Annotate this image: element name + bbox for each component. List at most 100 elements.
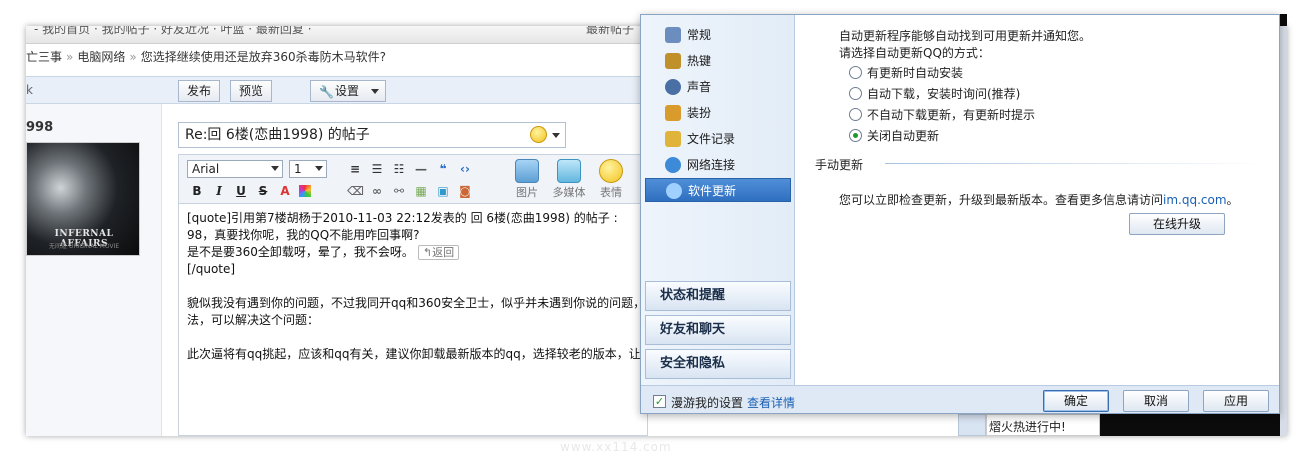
choose-update-mode-label: 请选择自动更新QQ的方式： <box>839 46 990 60</box>
nav-item-file-records[interactable]: 文件记录 <box>645 127 791 151</box>
post-content-textarea[interactable]: [quote]引用第7楼胡杨于2010-11-03 22:12发表的 回 6楼(… <box>178 204 648 436</box>
back-button-label: 返回 <box>432 246 455 259</box>
hotkey-icon <box>665 53 681 69</box>
window-scrollbar[interactable] <box>1280 26 1287 436</box>
chevron-down-icon <box>315 166 323 171</box>
publish-button[interactable]: 发布 <box>178 80 221 102</box>
image-tool[interactable]: 图片 <box>509 159 545 200</box>
manual-update-description: 您可以立即检查更新，升级到最新版本。查看更多信息请访问im.qq.com。 <box>839 191 1239 208</box>
settings-content: 自动更新程序能够自动找到可用更新并通知您。 请选择自动更新QQ的方式： 有更新时… <box>795 15 1279 385</box>
radio-notify-only[interactable]: 不自动下载更新，有更新时提示 <box>849 107 1035 123</box>
font-size-value: 1 <box>294 162 302 176</box>
poster-username[interactable]: 998 <box>26 120 53 135</box>
ok-button[interactable]: 确定 <box>1043 390 1109 412</box>
chevron-down-icon <box>552 133 560 138</box>
preview-button[interactable]: 预览 <box>230 80 273 102</box>
image-icon <box>515 159 539 183</box>
emoji-tool[interactable]: 表情 <box>593 159 629 200</box>
emotion-tool-icon[interactable]: ◙ <box>457 183 473 199</box>
subject-input[interactable]: Re:回 6楼(恋曲1998) 的帖子 <box>178 122 566 148</box>
quote-icon[interactable]: ❝ <box>435 161 451 177</box>
topbar-right-link[interactable]: 最新帖子 <box>586 26 634 37</box>
section-divider <box>885 163 1265 164</box>
eraser-icon[interactable]: ⌫ <box>347 183 364 199</box>
media-tool[interactable]: 多媒体 <box>551 159 587 200</box>
nav-item-software-update[interactable]: 软件更新 <box>645 178 791 202</box>
avatar[interactable]: INFERNAL AFFAIRS 无间道 ORIGINAL MOVIE <box>26 142 140 256</box>
roam-settings-label[interactable]: 漫游我的设置 <box>671 394 743 411</box>
apply-button[interactable]: 应用 <box>1203 390 1269 412</box>
radio-indicator <box>849 108 862 121</box>
content-line <box>187 329 639 346</box>
media-tool-label: 多媒体 <box>552 186 586 199</box>
font-size-select[interactable]: 1 <box>289 160 327 178</box>
smiley-icon <box>530 126 547 143</box>
roam-settings-checkbox[interactable]: ✓ <box>653 395 666 408</box>
cancel-button[interactable]: 取消 <box>1123 390 1189 412</box>
settings-sidebar: 常规 热键 声音 装扮 文件记录 网络连接 软件更新 状态和提醒 好友和聊天 安… <box>641 15 795 385</box>
ordered-list-icon[interactable]: ☰ <box>369 161 385 177</box>
section-friends-and-chat[interactable]: 好友和聊天 <box>645 315 791 345</box>
unlink-icon[interactable]: ⚯ <box>391 183 407 199</box>
radio-disable-auto-update[interactable]: 关闭自动更新 <box>849 128 939 144</box>
status-text: 熠火热进行中! <box>986 414 1100 436</box>
breadcrumb-item-2: 您选择继续使用还是放弃360杀毒防木马软件? <box>140 50 386 64</box>
radio-label: 关闭自动更新 <box>867 129 940 143</box>
settings-button[interactable]: 🔧 设置 <box>310 80 386 102</box>
back-button[interactable]: ↰返回 <box>417 245 460 260</box>
topbar-links[interactable]: - 我的首页 · 我的帖子 · 好友近况 · 叶蓝 · 最新回复 · <box>34 26 312 37</box>
nav-item-network[interactable]: 网络连接 <box>645 153 791 177</box>
radio-download-ask[interactable]: 自动下载，安装时询问(推荐) <box>849 86 1020 102</box>
radio-indicator <box>849 66 862 79</box>
general-icon <box>665 27 681 43</box>
code-icon[interactable]: ‹› <box>457 161 473 177</box>
background-color-icon[interactable] <box>299 185 311 197</box>
nav-item-label: 装扮 <box>687 106 712 120</box>
image-tool-label: 图片 <box>516 186 538 199</box>
subject-emoticon-select[interactable] <box>530 126 560 144</box>
dress-icon <box>665 105 681 121</box>
im-qq-link[interactable]: im.qq.com <box>1163 193 1227 207</box>
breadcrumb: 亡三事» 电脑网络» 您选择继续使用还是放弃360杀毒防木马软件? <box>26 50 386 64</box>
attachment-icon[interactable]: ▣ <box>435 183 451 199</box>
italic-button[interactable]: I <box>211 183 227 199</box>
reply-editor: Re:回 6楼(恋曲1998) 的帖子 Arial 1 B I U S A ≡ … <box>178 118 648 436</box>
section-security-and-privacy[interactable]: 安全和隐私 <box>645 349 791 379</box>
content-line: 此次逼将有qq挑起，应该和qq有关，建议你卸载最新版本的qq，选择较老的版本，让… <box>187 347 648 361</box>
online-upgrade-button[interactable]: 在线升级 <box>1129 213 1225 235</box>
font-family-select[interactable]: Arial <box>187 160 283 178</box>
nav-item-general[interactable]: 常规 <box>645 23 791 47</box>
nav-item-sound[interactable]: 声音 <box>645 75 791 99</box>
wrench-icon: 🔧 <box>319 85 334 99</box>
emoji-tool-label: 表情 <box>600 186 622 199</box>
section-status-and-reminders[interactable]: 状态和提醒 <box>645 281 791 311</box>
strikethrough-button[interactable]: S <box>255 183 271 199</box>
nav-item-hotkey[interactable]: 热键 <box>645 49 791 73</box>
table-icon[interactable]: ▦ <box>413 183 429 199</box>
sound-icon <box>665 79 681 95</box>
breadcrumb-item-1[interactable]: 电脑网络 <box>77 50 125 64</box>
underline-button[interactable]: U <box>233 183 249 199</box>
link-icon[interactable]: ∞ <box>369 183 385 199</box>
manual-desc-text: 您可以立即检查更新，升级到最新版本。查看更多信息请访问 <box>839 193 1164 207</box>
radio-auto-install[interactable]: 有更新时自动安装 <box>849 65 963 81</box>
avatar-subcaption: 无间道 ORIGINAL MOVIE <box>48 243 120 250</box>
content-line: 是不是要360全卸载呀，晕了，我不会呀。 <box>187 245 414 259</box>
content-line-with-back: 是不是要360全卸载呀，晕了，我不会呀。 ↰返回 <box>187 244 639 261</box>
unordered-list-icon[interactable]: ☷ <box>391 161 407 177</box>
breadcrumb-item-0[interactable]: 亡三事 <box>26 50 62 64</box>
roam-details-link[interactable]: 查看详情 <box>747 394 795 411</box>
font-color-icon[interactable]: A <box>277 183 293 199</box>
manual-update-heading: 手动更新 <box>815 158 864 172</box>
media-icon <box>557 159 581 183</box>
auto-update-description: 自动更新程序能够自动找到可用更新并通知您。 <box>839 29 1092 43</box>
nav-item-dress[interactable]: 装扮 <box>645 101 791 125</box>
emoji-icon <box>599 159 623 183</box>
bold-button[interactable]: B <box>189 183 205 199</box>
align-left-icon[interactable]: ≡ <box>347 161 363 177</box>
radio-label: 自动下载，安装时询问(推荐) <box>867 87 1021 101</box>
horizontal-rule-icon[interactable]: — <box>413 161 429 177</box>
font-family-value: Arial <box>192 162 220 176</box>
settings-button-label: 设置 <box>335 84 360 98</box>
manual-desc-tail: 。 <box>1226 193 1239 207</box>
